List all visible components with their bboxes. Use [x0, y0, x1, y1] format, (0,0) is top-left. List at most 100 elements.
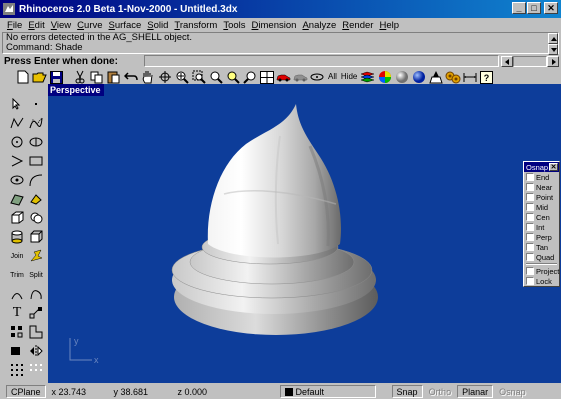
checkbox[interactable]: [526, 223, 534, 231]
curve-offset-icon[interactable]: [27, 171, 45, 189]
pan-hand-icon[interactable]: [139, 69, 156, 86]
show-points-icon[interactable]: [309, 69, 326, 86]
osnap-int[interactable]: Int: [524, 222, 559, 232]
scroll-up-icon[interactable]: [548, 33, 558, 44]
checkbox[interactable]: [526, 173, 534, 181]
perspective-viewport[interactable]: Perspective y x: [48, 84, 561, 383]
zoom-window-icon[interactable]: [190, 69, 207, 86]
menu-solid[interactable]: Solid: [144, 20, 171, 31]
cylinder-icon[interactable]: [8, 228, 26, 246]
rhino-app-icon[interactable]: [3, 3, 15, 15]
rectangle-icon[interactable]: [27, 152, 45, 170]
prompt-scrollbar[interactable]: [501, 55, 559, 67]
minimize-button[interactable]: _: [512, 2, 526, 14]
checkbox[interactable]: [526, 243, 534, 251]
help-icon[interactable]: ?: [478, 69, 495, 86]
text-tool-button[interactable]: T: [8, 304, 26, 322]
osnap-close-icon[interactable]: ✕: [549, 163, 558, 171]
curve-icon[interactable]: [27, 114, 45, 132]
osnap-mid[interactable]: Mid: [524, 202, 559, 212]
gray-sphere-icon[interactable]: [393, 69, 410, 86]
checkbox[interactable]: [526, 203, 534, 211]
color-wheel-icon[interactable]: [376, 69, 393, 86]
explode-icon[interactable]: [27, 247, 45, 265]
blend-curve-icon[interactable]: [27, 285, 45, 303]
snap-toggle[interactable]: Snap: [391, 385, 423, 398]
join-button[interactable]: Join: [8, 247, 26, 265]
project-curve-icon[interactable]: [8, 285, 26, 303]
layers-icon[interactable]: [359, 69, 376, 86]
ellipse-icon[interactable]: [27, 133, 45, 151]
menu-tools[interactable]: Tools: [220, 20, 248, 31]
rotate-view-icon[interactable]: [156, 69, 173, 86]
mirror-icon[interactable]: [27, 342, 45, 360]
checkbox[interactable]: [526, 233, 534, 241]
checkbox[interactable]: [526, 193, 534, 201]
checkbox[interactable]: [526, 267, 534, 275]
osnap-header[interactable]: Osnap ✕: [524, 162, 559, 172]
osnap-toggle[interactable]: Osnap: [495, 385, 530, 398]
split-button[interactable]: Split: [27, 266, 45, 284]
menu-help[interactable]: Help: [376, 20, 402, 31]
osnap-project[interactable]: Project: [524, 266, 559, 276]
scroll-right-icon[interactable]: [547, 55, 559, 67]
zoom-dynamic-icon[interactable]: [173, 69, 190, 86]
menu-file[interactable]: File: [4, 20, 25, 31]
blue-sphere-icon[interactable]: [410, 69, 427, 86]
close-button[interactable]: ✕: [544, 2, 558, 14]
hide-button[interactable]: Hide: [339, 69, 359, 86]
osnap-near[interactable]: Near: [524, 182, 559, 192]
checkbox[interactable]: [526, 277, 534, 285]
scroll-down-icon[interactable]: [548, 44, 558, 55]
dimension-icon[interactable]: [461, 69, 478, 86]
polyline-icon[interactable]: [8, 114, 26, 132]
open-folder-icon[interactable]: [31, 69, 48, 86]
scroll-track[interactable]: [513, 55, 547, 67]
save-disk-icon[interactable]: [48, 69, 65, 86]
undo-arrow-icon[interactable]: [122, 69, 139, 86]
new-file-icon[interactable]: [14, 69, 31, 86]
osnap-cen[interactable]: Cen: [524, 212, 559, 222]
point-icon[interactable]: [27, 95, 45, 113]
osnap-tan[interactable]: Tan: [524, 242, 559, 252]
cut-scissors-icon[interactable]: [71, 69, 88, 86]
arc-icon[interactable]: [8, 152, 26, 170]
cplane-label[interactable]: CPlane: [6, 385, 46, 398]
options-gears-icon[interactable]: [444, 69, 461, 86]
surface-patch-icon[interactable]: [8, 190, 26, 208]
car-shaded-icon[interactable]: [292, 69, 309, 86]
zoom-selected-icon[interactable]: [241, 69, 258, 86]
array-icon[interactable]: [8, 323, 26, 341]
point-grid-icon[interactable]: [8, 361, 26, 379]
checkbox[interactable]: [526, 183, 534, 191]
copy-transform-icon[interactable]: [27, 323, 45, 341]
command-input[interactable]: [144, 55, 499, 67]
checkbox[interactable]: [526, 253, 534, 261]
copy-icon[interactable]: [88, 69, 105, 86]
menu-analyze[interactable]: Analyze: [299, 20, 339, 31]
light-icon[interactable]: [427, 69, 444, 86]
checkbox[interactable]: [526, 213, 534, 221]
box-solid-icon[interactable]: [8, 209, 26, 227]
show-all-button[interactable]: All: [326, 69, 339, 86]
osnap-perp[interactable]: Perp: [524, 232, 559, 242]
circle-icon[interactable]: [8, 133, 26, 151]
menu-transform[interactable]: Transform: [171, 20, 220, 31]
menu-surface[interactable]: Surface: [106, 20, 145, 31]
zoom-out-icon[interactable]: [207, 69, 224, 86]
dim-linear-icon[interactable]: [8, 342, 26, 360]
zoom-extents-icon[interactable]: [224, 69, 241, 86]
menu-render[interactable]: Render: [339, 20, 376, 31]
layer-field[interactable]: Default: [279, 385, 376, 398]
shaded-model[interactable]: [48, 84, 561, 383]
select-arrow-icon[interactable]: [8, 95, 26, 113]
viewport-grid-icon[interactable]: [258, 69, 275, 86]
boolean-union-icon[interactable]: [27, 209, 45, 227]
trim-button[interactable]: Trim: [8, 266, 26, 284]
menu-curve[interactable]: Curve: [74, 20, 105, 31]
osnap-lock[interactable]: Lock: [524, 276, 559, 286]
menu-dimension[interactable]: Dimension: [249, 20, 300, 31]
osnap-end[interactable]: End: [524, 172, 559, 182]
osnap-quad[interactable]: Quad: [524, 252, 559, 262]
menu-edit[interactable]: Edit: [25, 20, 47, 31]
